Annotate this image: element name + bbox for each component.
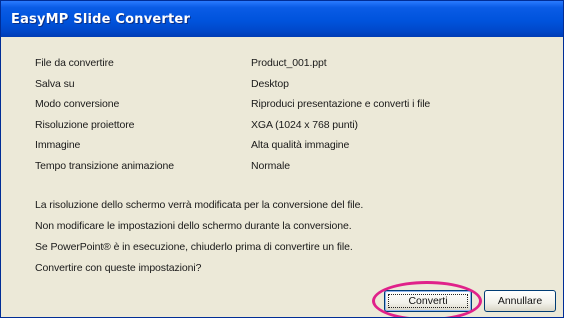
info-message-powerpoint: Se PowerPoint® è in esecuzione, chiuderl… [35, 241, 353, 253]
setting-label: Risoluzione proiettore [35, 118, 135, 131]
setting-value: Alta qualità immagine [251, 139, 350, 151]
info-message-screen-settings: Non modificare le impostazioni dello sch… [35, 220, 352, 232]
title-bar[interactable]: EasyMP Slide Converter [1, 1, 563, 37]
setting-row-conversion-mode: Modo conversione Riproduci presentazione… [35, 98, 535, 119]
setting-value: Desktop [251, 77, 289, 90]
setting-value: XGA (1024 x 768 punti) [251, 118, 358, 131]
confirm-question: Convertire con queste impostazioni? [35, 262, 202, 274]
setting-value: Product_001.ppt [251, 57, 327, 69]
setting-value: Riproduci presentazione e converti i fil… [251, 98, 431, 110]
setting-label: Tempo transizione animazione [35, 159, 175, 172]
dialog-window: EasyMP Slide Converter File da convertir… [0, 0, 564, 318]
setting-value: Normale [251, 159, 290, 172]
convert-button-label: Converti [408, 295, 448, 307]
info-message-resolution: La risoluzione dello schermo verrà modif… [35, 199, 364, 211]
setting-row-image: Immagine Alta qualità immagine [35, 139, 535, 160]
setting-label: Modo conversione [35, 98, 120, 110]
setting-row-animation-timing: Tempo transizione animazione Normale [35, 160, 535, 181]
setting-row-file: File da convertire Product_001.ppt [35, 57, 535, 78]
window-title: EasyMP Slide Converter [11, 11, 191, 27]
setting-row-save-to: Salva su Desktop [35, 78, 535, 99]
settings-summary: File da convertire Product_001.ppt Salva… [35, 57, 535, 180]
setting-row-projector-resolution: Risoluzione proiettore XGA (1024 x 768 p… [35, 119, 535, 140]
setting-label: File da convertire [35, 57, 114, 69]
convert-button[interactable]: Converti [384, 290, 472, 312]
setting-label: Salva su [35, 77, 75, 90]
dialog-content: File da convertire Product_001.ppt Salva… [1, 37, 563, 317]
info-messages: La risoluzione dello schermo verrà modif… [35, 199, 363, 283]
cancel-button[interactable]: Annullare [484, 290, 556, 312]
setting-label: Immagine [35, 139, 81, 151]
